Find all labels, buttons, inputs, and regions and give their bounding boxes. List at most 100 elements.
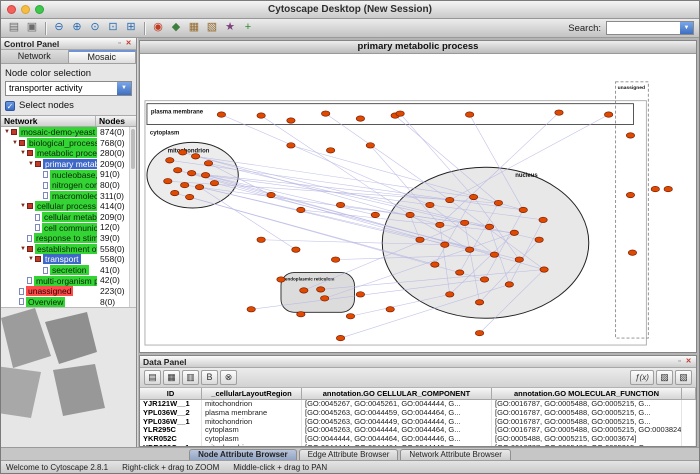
search-value[interactable]	[607, 22, 680, 34]
network-node[interactable]	[166, 158, 174, 163]
network-node[interactable]	[371, 212, 379, 217]
network-node[interactable]	[321, 111, 329, 116]
vizmapper-icon[interactable]: ★	[222, 20, 238, 36]
zoom-out-icon[interactable]: ⊖	[51, 20, 67, 36]
network-node[interactable]	[257, 237, 265, 242]
tree-row[interactable]: nucleobase, nu91(0)	[1, 169, 136, 180]
import-attributes-file-icon[interactable]: ▨	[656, 370, 673, 385]
zoom-in-icon[interactable]: ⊕	[69, 20, 85, 36]
network-node[interactable]	[185, 194, 193, 199]
open-network-icon[interactable]: ▤	[6, 20, 22, 36]
network-node[interactable]	[174, 168, 182, 173]
network-node[interactable]	[446, 197, 454, 202]
tab-node-attribute-browser[interactable]: Node Attribute Browser	[189, 449, 297, 460]
network-node[interactable]	[195, 184, 203, 189]
network-node[interactable]	[494, 200, 502, 205]
network-node[interactable]	[187, 171, 195, 176]
tree-header-network[interactable]: Network	[1, 116, 96, 126]
tab-network-attribute-browser[interactable]: Network Attribute Browser	[400, 449, 510, 460]
network-node[interactable]	[456, 270, 464, 275]
table-row[interactable]: YPL036W__1mitochondrion[GO:0045263, GO:0…	[140, 418, 696, 427]
network-node[interactable]	[436, 222, 444, 227]
tree-row[interactable]: cellular metabo209(0)	[1, 212, 136, 223]
minimize-window-icon[interactable]	[21, 5, 30, 14]
function-builder-icon[interactable]: ƒ(x)	[630, 370, 654, 385]
tree-row[interactable]: ▼establishment of lo558(0)	[1, 244, 136, 255]
network-node[interactable]	[277, 277, 285, 282]
network-node[interactable]	[297, 207, 305, 212]
table-row[interactable]: YPL036W__2plasma membrane[GO:0045263, GO…	[140, 409, 696, 418]
network-node[interactable]	[317, 287, 325, 292]
network-node[interactable]	[485, 224, 493, 229]
network-node[interactable]	[356, 116, 364, 121]
network-node[interactable]	[396, 111, 404, 116]
float-data-panel-icon[interactable]: ▫	[675, 358, 684, 366]
network-node[interactable]	[191, 154, 199, 159]
select-attributes-icon[interactable]: ▤	[144, 370, 161, 385]
network-node[interactable]	[164, 178, 172, 183]
column-header[interactable]: _cellularLayoutRegion	[202, 388, 302, 400]
search-dropdown-icon[interactable]: ▼	[680, 22, 693, 34]
first-neighbors-icon[interactable]: ◉	[150, 20, 166, 36]
network-node[interactable]	[287, 143, 295, 148]
import-network-icon[interactable]: ▦	[186, 20, 202, 36]
network-node[interactable]	[539, 217, 547, 222]
network-node[interactable]	[626, 192, 634, 197]
network-node[interactable]	[664, 186, 672, 191]
expand-collapse-icon[interactable]: ▼	[19, 246, 27, 252]
network-node[interactable]	[366, 143, 374, 148]
network-node[interactable]	[292, 247, 300, 252]
network-node[interactable]	[181, 182, 189, 187]
network-node[interactable]	[510, 230, 518, 235]
network-node[interactable]	[431, 262, 439, 267]
network-node[interactable]	[426, 202, 434, 207]
float-panel-icon[interactable]: ▫	[115, 40, 124, 48]
search-input[interactable]: ▼	[606, 21, 694, 35]
network-node[interactable]	[416, 237, 424, 242]
network-node[interactable]	[475, 330, 483, 335]
network-node[interactable]	[490, 252, 498, 257]
tree-row[interactable]: Overview8(0)	[1, 297, 136, 308]
network-node[interactable]	[651, 186, 659, 191]
table-row[interactable]: YJR121W__1mitochondrion[GO:0045267, GO:0…	[140, 400, 696, 409]
network-node[interactable]	[179, 150, 187, 155]
network-node[interactable]	[300, 288, 308, 293]
network-node[interactable]	[540, 267, 548, 272]
network-node[interactable]	[480, 277, 488, 282]
close-data-panel-icon[interactable]: ✕	[684, 358, 693, 366]
tree-scrollbar-thumb[interactable]	[131, 129, 135, 169]
tree-row[interactable]: macromolecule311(0)	[1, 191, 136, 202]
dropdown-arrow-icon[interactable]: ▼	[117, 82, 131, 95]
tree-scrollbar[interactable]	[129, 127, 136, 307]
network-node[interactable]	[210, 180, 218, 185]
network-node[interactable]	[386, 307, 394, 312]
tree-header-nodes[interactable]: Nodes	[96, 116, 136, 126]
network-node[interactable]	[204, 161, 212, 166]
network-canvas[interactable]: plasma membranecytoplasmmitochondrionnuc…	[140, 54, 696, 351]
close-panel-icon[interactable]: ✕	[124, 40, 133, 48]
new-network-from-selection-icon[interactable]: ◆	[168, 20, 184, 36]
close-window-icon[interactable]	[7, 5, 16, 14]
network-node[interactable]	[346, 314, 354, 319]
column-header[interactable]: annotation.GO MOLECULAR_FUNCTION	[492, 388, 682, 400]
network-node[interactable]	[257, 113, 265, 118]
tree-row[interactable]: multi-organism pro42(0)	[1, 275, 136, 286]
tree-row[interactable]: ▼transport558(0)	[1, 254, 136, 265]
network-node[interactable]	[267, 192, 275, 197]
table-row[interactable]: YLR295Ccytoplasm[GO:0045263, GO:0044444,…	[140, 426, 696, 435]
network-node[interactable]	[201, 173, 209, 178]
network-node[interactable]	[446, 292, 454, 297]
delete-attribute-icon[interactable]: ⊗	[220, 370, 237, 385]
network-node[interactable]	[331, 257, 339, 262]
tab-mosaic[interactable]: Mosaic	[69, 50, 137, 63]
column-header[interactable]: annotation.GO CELLULAR_COMPONENT	[302, 388, 492, 400]
network-node[interactable]	[326, 148, 334, 153]
select-nodes-checkbox[interactable]: ✓	[5, 101, 15, 111]
network-node[interactable]	[336, 335, 344, 340]
network-node[interactable]	[469, 194, 477, 199]
zoom-fit-icon[interactable]: ⊡	[105, 20, 121, 36]
expand-collapse-icon[interactable]: ▼	[27, 161, 35, 167]
column-header[interactable]: ID	[140, 388, 202, 400]
tab-network[interactable]: Network	[1, 50, 69, 63]
matrix-icon[interactable]: B	[201, 370, 218, 385]
